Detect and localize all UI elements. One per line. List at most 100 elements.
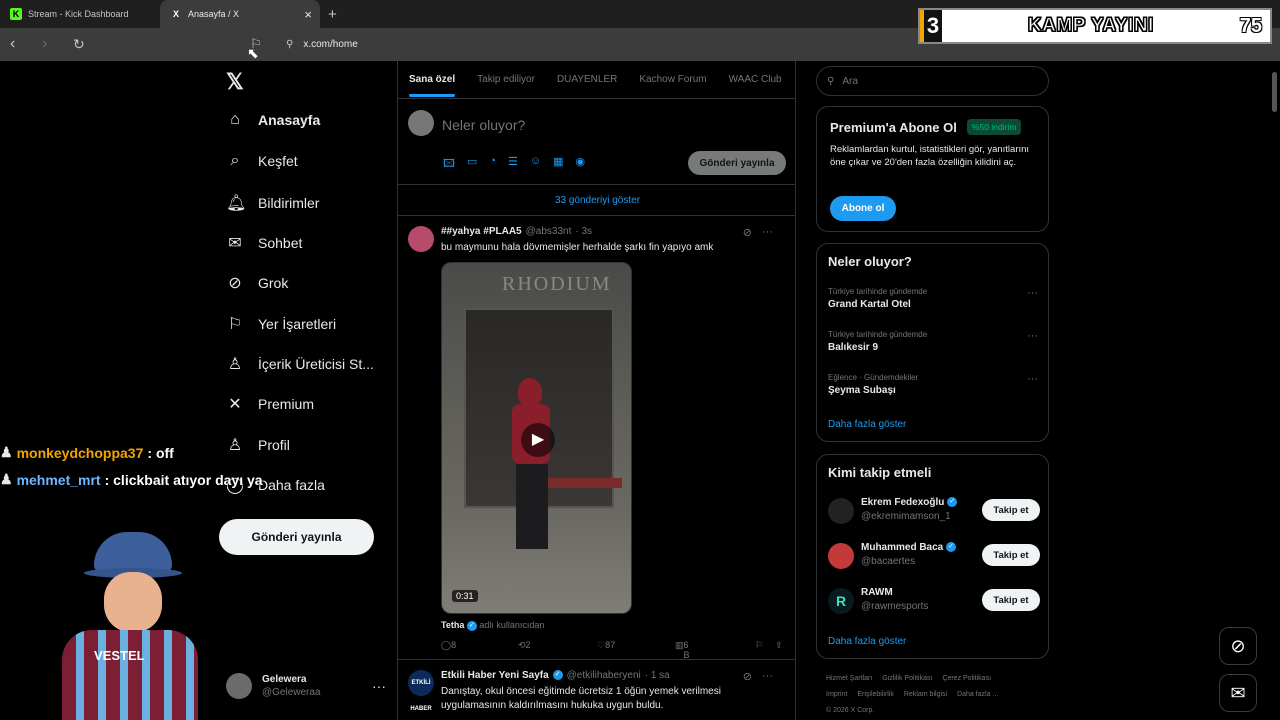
follow-suggestion[interactable]: Muhammed Baca ✓ @bacaertes Takip et: [828, 541, 1040, 571]
tab-duayenler[interactable]: DUAYENLER: [557, 74, 617, 85]
tweet[interactable]: ##yahya #PLAA5 @abs33nt · 3s ⊘ ··· bu ma…: [398, 217, 795, 660]
footer-link[interactable]: Imprint: [826, 691, 847, 698]
avatar[interactable]: ETKİLİ HABER: [408, 670, 434, 712]
address-bar[interactable]: ⚲ x.com/home: [278, 32, 938, 56]
tweet-author-handle[interactable]: @abs33nt: [526, 226, 572, 237]
suggestion-name[interactable]: RAWM: [861, 587, 893, 598]
footer-link[interactable]: Hizmet Şartları: [826, 675, 872, 682]
grok-explain-icon[interactable]: ⊘: [743, 226, 752, 239]
composer-input[interactable]: Neler oluyor?: [442, 117, 525, 133]
back-icon[interactable]: ‹: [10, 36, 15, 52]
schedule-icon[interactable]: ▦: [553, 155, 563, 174]
emoji-icon[interactable]: ☺: [530, 155, 541, 174]
show-more-trends-link[interactable]: Daha fazla göster: [828, 419, 906, 430]
play-icon[interactable]: ▶: [521, 423, 555, 457]
tab-x-home[interactable]: X Anasayfa / X ×: [160, 0, 320, 28]
verified-badge-icon: ✓: [552, 670, 563, 680]
more-options-icon[interactable]: ···: [1027, 287, 1038, 299]
tab-kachow-forum[interactable]: Kachow Forum: [639, 74, 706, 85]
credit-name[interactable]: Tetha: [441, 620, 464, 630]
composer-post-button[interactable]: Gönderi yayınla: [688, 151, 786, 175]
avatar[interactable]: R: [828, 588, 854, 614]
footer-link[interactable]: Reklam bilgisi: [904, 691, 947, 698]
more-options-icon[interactable]: ···: [762, 670, 773, 683]
tweet-author-name[interactable]: ##yahya #PLAA5: [441, 226, 522, 237]
nav-item-grok[interactable]: ⊘ Grok: [226, 273, 288, 293]
nav-item-bookmarks[interactable]: ⚐ Yer İşaretleri: [226, 314, 336, 334]
footer-link[interactable]: Daha fazla ...: [957, 691, 998, 698]
follow-button[interactable]: Takip et: [982, 544, 1040, 566]
tweet-author-name[interactable]: Etkili Haber Yeni Sayfa: [441, 670, 549, 681]
more-options-icon[interactable]: ···: [1027, 330, 1038, 342]
poll-icon[interactable]: ☰: [508, 155, 518, 174]
follow-suggestion[interactable]: R RAWM @rawmesports Takip et: [828, 586, 1040, 616]
avatar[interactable]: [828, 543, 854, 569]
home-icon: ⌂: [230, 111, 240, 128]
nav-item-profile[interactable]: ♙ Profil: [226, 435, 290, 455]
account-handle: @Geleweraa: [262, 687, 321, 698]
nav-item-notifications[interactable]: 🔔︎ Bildirimler: [226, 193, 319, 213]
tab-for-you[interactable]: Sana özel: [409, 74, 456, 97]
tweet-time[interactable]: · 1 sa: [645, 670, 670, 681]
tab-waac-club[interactable]: WAAC Club: [729, 74, 782, 85]
nav-item-premium[interactable]: ✕ Premium: [226, 394, 314, 414]
show-new-posts-link[interactable]: 33 gönderiyi göster: [398, 184, 795, 216]
post-button[interactable]: Gönderi yayınla: [219, 519, 374, 555]
site-info-icon[interactable]: ⚲: [286, 39, 293, 50]
forward-icon[interactable]: ›: [42, 36, 47, 52]
footer-link[interactable]: Gizlilik Politikası: [882, 675, 932, 682]
close-tab-icon[interactable]: ×: [304, 7, 312, 22]
nav-item-chat[interactable]: ✉ Sohbet: [226, 233, 302, 253]
trend-item[interactable]: Türkiye tarihinde gündemde Balıkesir 9 ·…: [828, 330, 1038, 353]
nav-item-home[interactable]: ⌂ Anasayfa: [226, 111, 320, 129]
tweet-author-handle[interactable]: @etkilihaberyeni: [567, 670, 641, 681]
new-tab-icon[interactable]: +: [320, 6, 337, 23]
share-icon[interactable]: ⇪: [775, 640, 783, 651]
tweet-video[interactable]: RHODIUM ▶ 0:31: [441, 262, 632, 614]
tab-kick-dashboard[interactable]: K Stream - Kick Dashboard: [0, 0, 160, 28]
messages-floating-icon[interactable]: ✉: [1219, 674, 1257, 712]
reload-icon[interactable]: ↻: [73, 36, 85, 52]
views-button[interactable]: ▥ 6 B: [675, 640, 690, 660]
x-logo-icon[interactable]: 𝕏: [226, 69, 244, 95]
search-input[interactable]: ⚲ Ara: [816, 66, 1049, 96]
follow-button[interactable]: Takip et: [982, 589, 1040, 611]
nav-item-creator-studio[interactable]: ♙ İçerik Üreticisi St...: [226, 354, 374, 374]
grok-compose-icon[interactable]: ◔: [489, 155, 496, 174]
suggestion-name[interactable]: Ekrem Fedexoğlu: [861, 497, 944, 508]
footer-link[interactable]: Çerez Politikası: [942, 675, 991, 682]
bookmark-icon[interactable]: ⚐: [755, 640, 763, 651]
grok-floating-icon[interactable]: ⊘: [1219, 627, 1257, 665]
grok-icon: ⊘: [228, 275, 242, 292]
more-options-icon[interactable]: ···: [372, 678, 386, 694]
avatar[interactable]: [408, 226, 434, 252]
grok-explain-icon[interactable]: ⊘: [743, 670, 752, 683]
tweet[interactable]: ETKİLİ HABER Etkili Haber Yeni Sayfa ✓ @…: [398, 661, 795, 720]
show-more-suggestions-link[interactable]: Daha fazla göster: [828, 636, 906, 647]
follow-suggestion[interactable]: Ekrem Fedexoğlu ✓ @ekremimamson_1 Takip …: [828, 496, 1040, 526]
avatar[interactable]: [828, 498, 854, 524]
tab-following[interactable]: Takip ediliyor: [477, 74, 535, 85]
trend-item[interactable]: Türkiye tarihinde gündemde Grand Kartal …: [828, 287, 1038, 310]
gif-icon[interactable]: ▭: [467, 155, 477, 174]
nav-item-explore[interactable]: ⌕ Keşfet: [226, 152, 298, 170]
footer-link[interactable]: Erişilebilirlik: [857, 691, 894, 698]
suggestion-name[interactable]: Muhammed Baca: [861, 542, 943, 553]
location-icon[interactable]: ◉: [576, 155, 586, 174]
kick-favicon-icon: K: [10, 8, 22, 20]
subscribe-button[interactable]: Abone ol: [830, 196, 896, 221]
tab-label: Anasayfa / X: [188, 9, 240, 19]
trend-item[interactable]: Eğlence · Gündemdekiler Şeyma Subaşı ···: [828, 373, 1038, 396]
reply-button[interactable]: ◯ 8: [441, 640, 456, 651]
repost-button[interactable]: ⟲ 2: [518, 640, 531, 651]
more-options-icon[interactable]: ···: [762, 226, 773, 239]
tweet-time[interactable]: · 3s: [575, 226, 592, 237]
chat-message: ♟ mehmet_mrt : clickbait atıyor dayı ya: [0, 471, 263, 488]
left-navigation: 𝕏 ⌂ Anasayfa ⌕ Keşfet 🔔︎ Bildirimler ✉ S…: [218, 61, 396, 720]
like-button[interactable]: ♡ 87: [597, 640, 615, 651]
media-icon[interactable]: 🖾: [443, 155, 455, 174]
scrollbar[interactable]: [1270, 62, 1278, 720]
account-switcher[interactable]: Gelewera @Geleweraa ···: [226, 673, 386, 699]
more-options-icon[interactable]: ···: [1027, 373, 1038, 385]
follow-button[interactable]: Takip et: [982, 499, 1040, 521]
